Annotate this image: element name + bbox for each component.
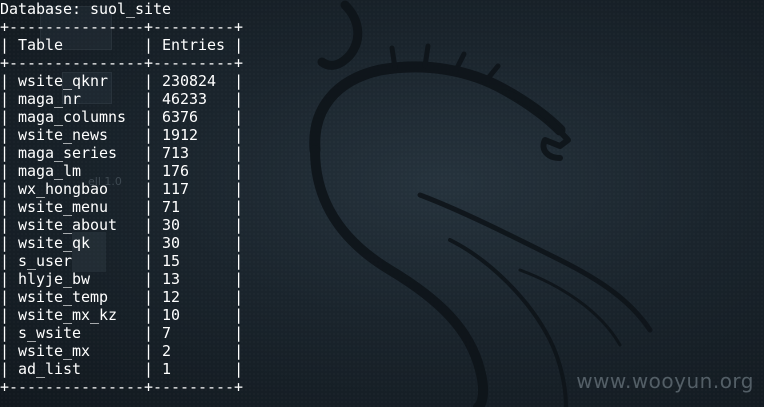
row-entries: 6376 <box>162 108 199 126</box>
terminal-output[interactable]: Database: suol_site +---------------+----… <box>0 0 243 396</box>
row-table-name: maga_lm <box>18 162 82 180</box>
row-table-name: wsite_temp <box>18 288 109 306</box>
table-body: | wsite_qknr | 230824 | | maga_nr | 46233… <box>0 72 243 378</box>
table-border-bottom: +---------------+---------+ <box>0 378 244 396</box>
table-border-header: +---------------+---------+ <box>0 54 244 72</box>
table-row: | wsite_menu | 71 | <box>0 198 244 216</box>
row-table-name: hlyje_bw <box>18 270 91 288</box>
row-table-name: wsite_menu <box>18 198 109 216</box>
table-row: | wsite_about | 30 | <box>0 216 244 234</box>
table-row: | ad_list | 1 | <box>0 360 244 378</box>
row-table-name: wsite_mx <box>18 342 91 360</box>
row-entries: 713 <box>162 144 190 162</box>
row-entries: 13 <box>162 270 181 288</box>
table-row: | wsite_mx_kz | 10 | <box>0 306 244 324</box>
table-row: | maga_columns | 6376 | <box>0 108 244 126</box>
row-table-name: maga_nr <box>18 90 82 108</box>
row-table-name: s_user <box>18 252 73 270</box>
watermark: www.wooyun.org <box>576 369 754 393</box>
row-entries: 1912 <box>162 126 199 144</box>
table-row: | wsite_mx | 2 | <box>0 342 244 360</box>
row-entries: 46233 <box>162 90 208 108</box>
table-row: | hlyje_bw | 13 | <box>0 270 244 288</box>
table-border-top: +---------------+---------+ <box>0 18 244 36</box>
row-entries: 10 <box>162 306 181 324</box>
table-row: | maga_series | 713 | <box>0 144 244 162</box>
row-entries: 30 <box>162 234 181 252</box>
row-table-name: wsite_about <box>18 216 118 234</box>
row-entries: 12 <box>162 288 181 306</box>
column-header-table: Table <box>18 36 64 54</box>
row-entries: 176 <box>162 162 190 180</box>
table-row: | s_wsite | 7 | <box>0 324 244 342</box>
row-table-name: maga_columns <box>18 108 127 126</box>
table-header-row: | Table | Entries | <box>0 36 244 54</box>
row-table-name: wsite_qk <box>18 234 91 252</box>
row-entries: 2 <box>162 342 172 360</box>
table-row: | maga_nr | 46233 | <box>0 90 244 108</box>
row-entries: 15 <box>162 252 181 270</box>
row-entries: 7 <box>162 324 172 342</box>
row-table-name: maga_series <box>18 144 118 162</box>
row-entries: 230824 <box>162 72 217 90</box>
table-row: | wsite_qk | 30 | <box>0 234 244 252</box>
table-row: | wsite_temp | 12 | <box>0 288 244 306</box>
column-header-entries: Entries <box>162 36 226 54</box>
table-row: | s_user | 15 | <box>0 252 244 270</box>
row-entries: 71 <box>162 198 181 216</box>
row-table-name: wsite_news <box>18 126 109 144</box>
table-row: | wsite_news | 1912 | <box>0 126 244 144</box>
table-row: | maga_lm | 176 | <box>0 162 244 180</box>
row-table-name: ad_list <box>18 360 82 378</box>
row-table-name: wsite_qknr <box>18 72 109 90</box>
row-entries: 117 <box>162 180 190 198</box>
row-table-name: s_wsite <box>18 324 82 342</box>
database-label: Database: suol_site <box>0 0 172 18</box>
table-row: | wx_hongbao | 117 | <box>0 180 244 198</box>
table-row: | wsite_qknr | 230824 | <box>0 72 244 90</box>
row-table-name: wsite_mx_kz <box>18 306 118 324</box>
row-entries: 1 <box>162 360 172 378</box>
row-entries: 30 <box>162 216 181 234</box>
row-table-name: wx_hongbao <box>18 180 109 198</box>
